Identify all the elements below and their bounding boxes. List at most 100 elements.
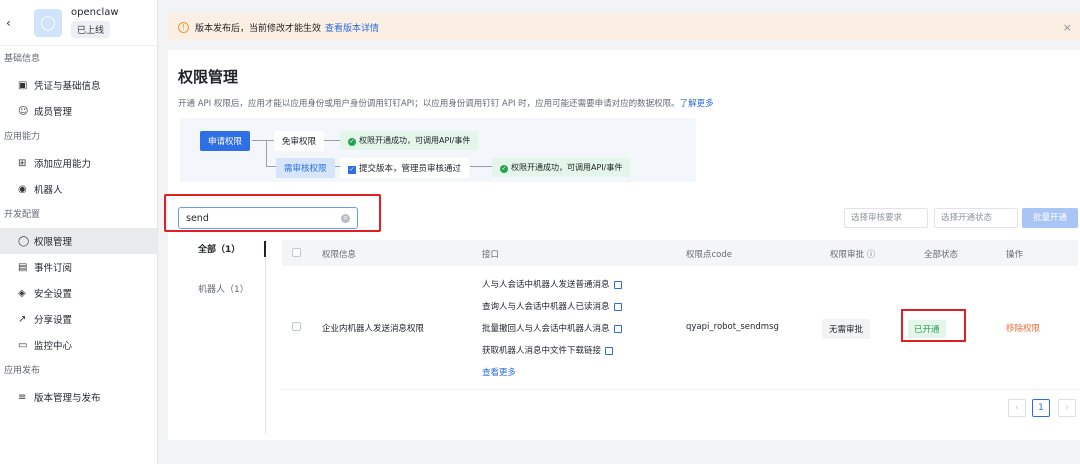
col-permission-info: 权限信息: [322, 250, 357, 260]
app-logo-icon: ◯: [34, 8, 62, 37]
api-item[interactable]: 批量撤回人与人会话中机器人消息: [482, 322, 622, 334]
section-app-abilities: 应用能力: [4, 132, 41, 142]
open-status-select[interactable]: 选择开通状态: [934, 208, 1018, 228]
sidebar-item-robot[interactable]: ◉ 机器人: [0, 176, 157, 202]
sidebar-item-members[interactable]: ☺ 成员管理: [0, 98, 157, 124]
prev-page-button[interactable]: ‹: [1008, 399, 1026, 417]
clear-icon[interactable]: ×: [341, 213, 350, 223]
table-header: 权限信息 接口 权限点code 权限审批 ⓘ 全部状态 操作: [282, 240, 1078, 266]
share-icon: ↗: [18, 313, 27, 325]
robot-icon: ◉: [18, 183, 27, 195]
check-circle-icon: ✓: [500, 165, 508, 173]
back-arrow-icon[interactable]: ‹: [6, 16, 20, 30]
permission-flow-diagram: 申请权限 免审权限 ✓ 权限开通成功，可调用API/事件 需审核权限 ✓ 提交版本，…: [180, 118, 696, 182]
app-status-badge: 已上线: [71, 21, 111, 38]
select-all-checkbox[interactable]: [292, 248, 301, 257]
sidebar-item-label: 安全设置: [34, 289, 73, 300]
table-row: 企业内机器人发送消息权限 人与人会话中机器人发送普通消息 查询人与人会话中机器人…: [282, 266, 1078, 390]
info-icon[interactable]: ⓘ: [867, 250, 876, 260]
app-name: openclaw: [71, 7, 119, 18]
need-review-node: 需审核权限: [276, 158, 335, 178]
sidebar-item-label: 分享设置: [34, 315, 73, 326]
remove-permission-link[interactable]: 移除权限: [1006, 322, 1040, 334]
row-checkbox[interactable]: [292, 322, 301, 331]
close-icon[interactable]: ×: [1063, 21, 1072, 34]
flow-connector: [266, 166, 276, 167]
sidebar-item-label: 权限管理: [34, 237, 73, 248]
sidebar-item-add-ability[interactable]: ⊞ 添加应用能力: [0, 150, 157, 176]
layers-icon: ≡: [18, 391, 27, 403]
sidebar-item-label: 成员管理: [34, 107, 73, 118]
status-badge: 已开通: [908, 320, 946, 338]
batch-open-button[interactable]: 批量开通: [1022, 208, 1078, 228]
col-code: 权限点code: [686, 250, 732, 260]
sidebar-item-label: 凭证与基础信息: [34, 81, 101, 92]
api-label: 获取机器人消息中文件下载链接: [482, 346, 602, 356]
view-version-link[interactable]: 查看版本详情: [325, 21, 379, 34]
col-approval-label: 权限审批: [830, 250, 865, 260]
flow-connector: [252, 140, 274, 141]
api-item[interactable]: 获取机器人消息中文件下载链接: [482, 344, 614, 356]
sidebar-item-label: 机器人: [34, 185, 63, 196]
app-header: ‹ ◯ openclaw 已上线: [0, 0, 157, 46]
doc-icon[interactable]: [605, 346, 614, 355]
submit-text: 提交版本，管理员审核通过: [359, 164, 462, 174]
shield-icon: ◈: [18, 287, 26, 299]
next-page-button[interactable]: ›: [1058, 399, 1076, 417]
view-more-link[interactable]: 查看更多: [482, 366, 516, 378]
permission-code: qyapi_robot_sendmsg: [686, 322, 779, 332]
active-tab-indicator: [264, 241, 266, 257]
page-title: 权限管理: [178, 68, 239, 86]
api-label: 查询人与人会话中机器人已读消息: [482, 302, 610, 312]
learn-more-link[interactable]: 了解更多: [680, 99, 714, 109]
flow-connector: [266, 140, 267, 166]
col-status: 全部状态: [924, 250, 959, 260]
sidebar-item-permissions[interactable]: ◯ 权限管理: [0, 228, 157, 254]
user-icon: ☺: [18, 105, 29, 117]
search-input[interactable]: send ×: [178, 207, 358, 229]
sidebar: ‹ ◯ openclaw 已上线 基础信息 ▣ 凭证与基础信息 ☺ 成员管理 应…: [0, 0, 158, 464]
success-text: 权限开通成功，可调用API/事件: [359, 136, 471, 145]
description-text: 开通 API 权限后，应用才能以应用身份或用户身份调用钉钉API；以应用身份调用…: [178, 99, 680, 109]
permission-name: 企业内机器人发送消息权限: [322, 324, 425, 334]
warning-icon: !: [178, 21, 189, 33]
lock-icon: ◯: [18, 235, 30, 247]
api-item[interactable]: 查询人与人会话中机器人已读消息: [482, 300, 622, 312]
free-review-node: 免审权限: [274, 131, 325, 151]
section-dev-config: 开发配置: [4, 210, 41, 220]
sidebar-item-credentials[interactable]: ▣ 凭证与基础信息: [0, 72, 157, 98]
monitor-icon: ▭: [18, 339, 28, 351]
api-item[interactable]: 人与人会话中机器人发送普通消息: [482, 278, 622, 290]
page-description: 开通 API 权限后，应用才能以应用身份或用户身份调用钉钉API；以应用身份调用…: [178, 97, 714, 109]
notice-text: 版本发布后，当前修改才能生效: [195, 23, 322, 34]
section-basic-info: 基础信息: [4, 54, 41, 64]
doc-icon[interactable]: [613, 280, 622, 289]
event-icon: ▤: [18, 261, 28, 273]
sidebar-item-events[interactable]: ▤ 事件订阅: [0, 254, 157, 280]
api-label: 人与人会话中机器人发送普通消息: [482, 280, 610, 290]
tab-all[interactable]: 全部（1）: [184, 240, 266, 280]
sidebar-item-versions[interactable]: ≡ 版本管理与发布: [0, 384, 157, 410]
success-node-2: ✓ 权限开通成功，可调用API/事件: [492, 158, 631, 177]
review-requirement-select[interactable]: 选择审核要求: [844, 208, 928, 228]
release-notice-bar: ! 版本发布后，当前修改才能生效 查看版本详情 ×: [168, 14, 1080, 40]
col-api: 接口: [482, 250, 500, 260]
sidebar-item-share[interactable]: ↗ 分享设置: [0, 306, 157, 332]
success-text: 权限开通成功，可调用API/事件: [511, 163, 623, 172]
search-value: send: [186, 212, 209, 224]
tab-divider: [265, 258, 266, 434]
success-node-1: ✓ 权限开通成功，可调用API/事件: [340, 131, 479, 150]
apply-permission-button[interactable]: 申请权限: [200, 131, 251, 151]
sidebar-item-label: 监控中心: [34, 341, 73, 352]
grid-plus-icon: ⊞: [18, 157, 27, 169]
tab-robot[interactable]: 机器人（1）: [184, 280, 266, 320]
sidebar-item-security[interactable]: ◈ 安全设置: [0, 280, 157, 306]
sidebar-item-label: 版本管理与发布: [34, 393, 101, 404]
page-1-button[interactable]: 1: [1032, 399, 1050, 417]
flow-connector: [470, 166, 492, 167]
submit-node: ✓ 提交版本，管理员审核通过: [340, 158, 470, 178]
doc-icon[interactable]: [613, 324, 622, 333]
sidebar-item-monitor[interactable]: ▭ 监控中心: [0, 332, 157, 358]
api-label: 批量撤回人与人会话中机器人消息: [482, 324, 610, 334]
doc-icon[interactable]: [613, 302, 622, 311]
